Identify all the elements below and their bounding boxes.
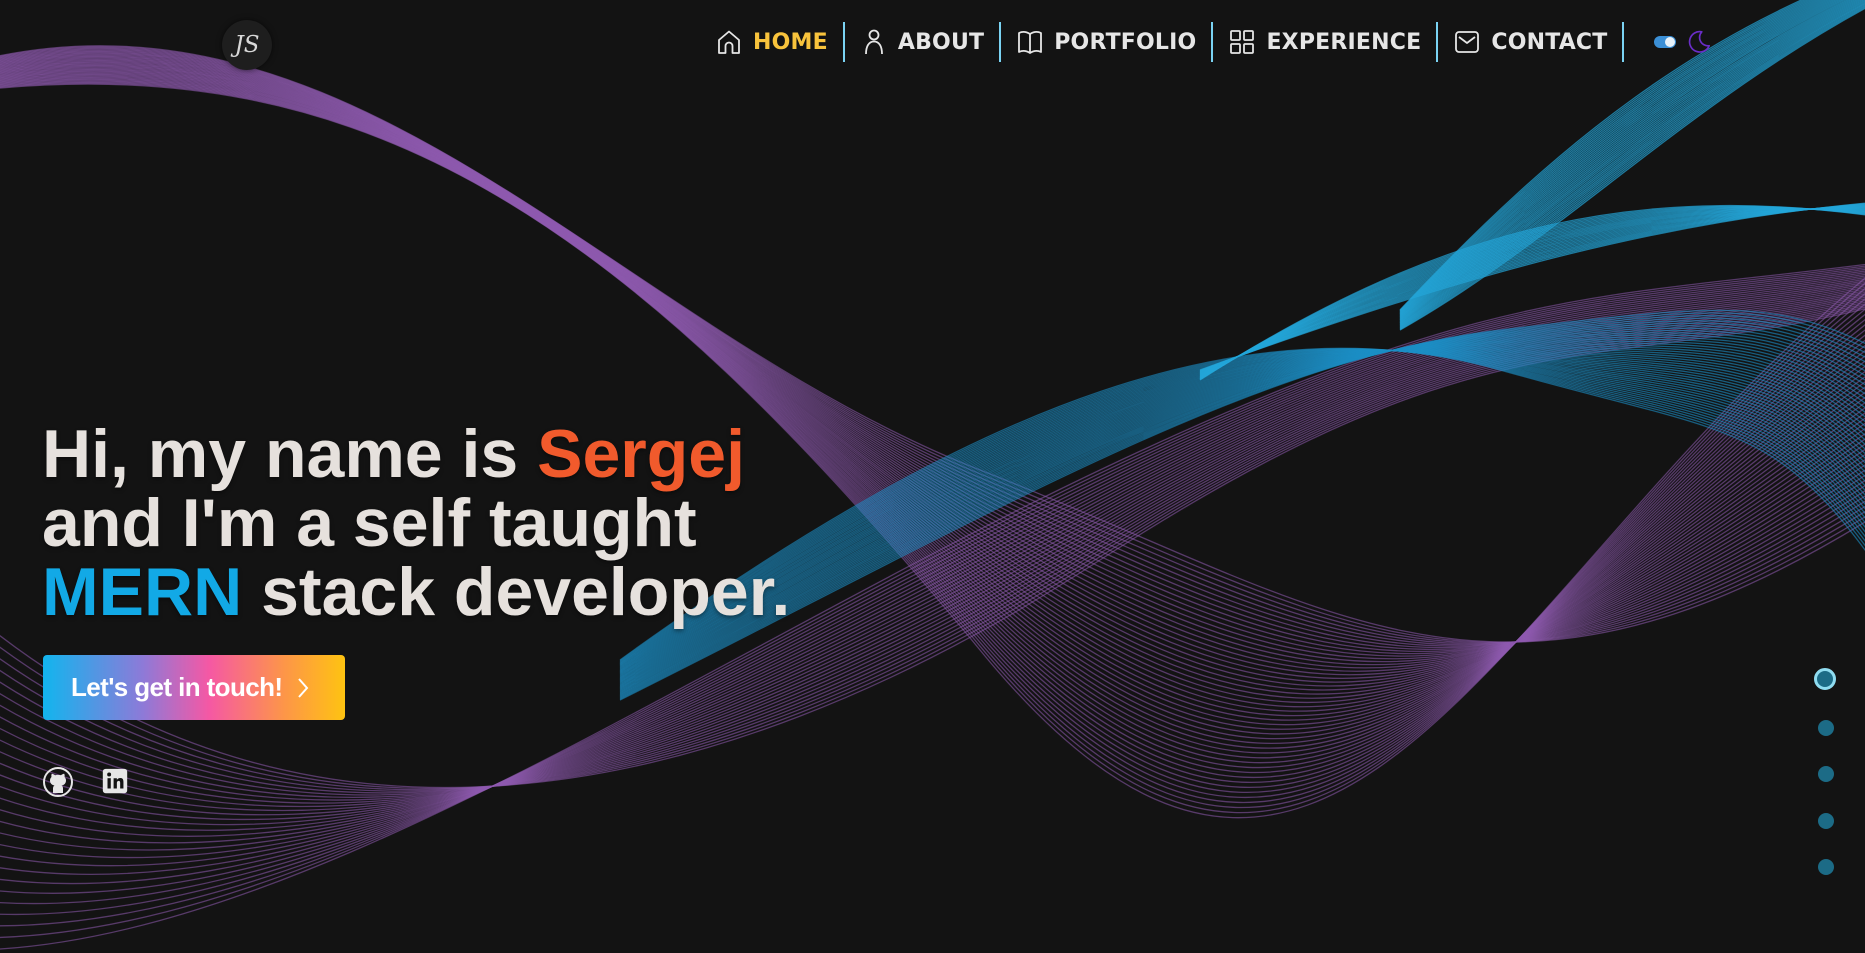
hero-stack: MERN bbox=[42, 554, 243, 630]
chevron-right-icon bbox=[298, 677, 309, 698]
github-link[interactable] bbox=[42, 766, 74, 798]
nav-label-experience: EXPERIENCE bbox=[1266, 29, 1422, 55]
section-dot[interactable] bbox=[1818, 859, 1834, 875]
home-icon bbox=[718, 30, 740, 54]
hero-name: Sergej bbox=[537, 416, 745, 492]
cta-label: Let's get in touch! bbox=[71, 672, 283, 702]
toggle-icon[interactable] bbox=[1654, 36, 1677, 48]
section-dot[interactable] bbox=[1818, 720, 1834, 736]
moon-icon[interactable] bbox=[1686, 29, 1712, 55]
hero-heading: Hi, my name is Sergej and I'm a self tau… bbox=[42, 420, 790, 627]
nav-item-contact[interactable]: CONTACT bbox=[1438, 20, 1622, 64]
hero-line-2: and I'm a self taught bbox=[42, 485, 697, 561]
section-dot-active[interactable] bbox=[1814, 668, 1836, 690]
linkedin-icon bbox=[102, 768, 128, 794]
linkedin-link[interactable] bbox=[100, 766, 132, 798]
hero-line-3: MERN stack developer. bbox=[42, 558, 790, 627]
nav-label-about: ABOUT bbox=[897, 29, 985, 55]
logo-text: JS bbox=[234, 32, 260, 58]
hero-line-1: Hi, my name is Sergej bbox=[42, 420, 790, 489]
theme-switch[interactable] bbox=[1624, 29, 1712, 55]
grid-icon bbox=[1230, 30, 1255, 54]
nav-item-about[interactable]: ABOUT bbox=[845, 20, 999, 64]
github-icon bbox=[43, 767, 73, 797]
main-nav: HOME ABOUT PORTFOLIO EXPERIENCE CONTACT bbox=[700, 20, 1712, 64]
nav-label-home: HOME bbox=[753, 29, 828, 55]
nav-item-experience[interactable]: EXPERIENCE bbox=[1213, 20, 1436, 64]
nav-item-portfolio[interactable]: PORTFOLIO bbox=[1001, 20, 1211, 64]
hero-role: stack developer. bbox=[242, 554, 791, 630]
hero-greeting: Hi, my name is bbox=[42, 416, 538, 492]
section-dot[interactable] bbox=[1818, 813, 1834, 829]
get-in-touch-button[interactable]: Let's get in touch! bbox=[43, 655, 345, 720]
nav-label-portfolio: PORTFOLIO bbox=[1054, 29, 1197, 55]
section-dot[interactable] bbox=[1818, 766, 1834, 782]
logo[interactable]: JS bbox=[222, 20, 272, 70]
book-icon bbox=[1018, 31, 1043, 54]
nav-label-contact: CONTACT bbox=[1491, 29, 1608, 55]
nav-item-home[interactable]: HOME bbox=[700, 20, 843, 64]
mail-icon bbox=[1455, 31, 1480, 53]
user-icon bbox=[864, 29, 883, 55]
